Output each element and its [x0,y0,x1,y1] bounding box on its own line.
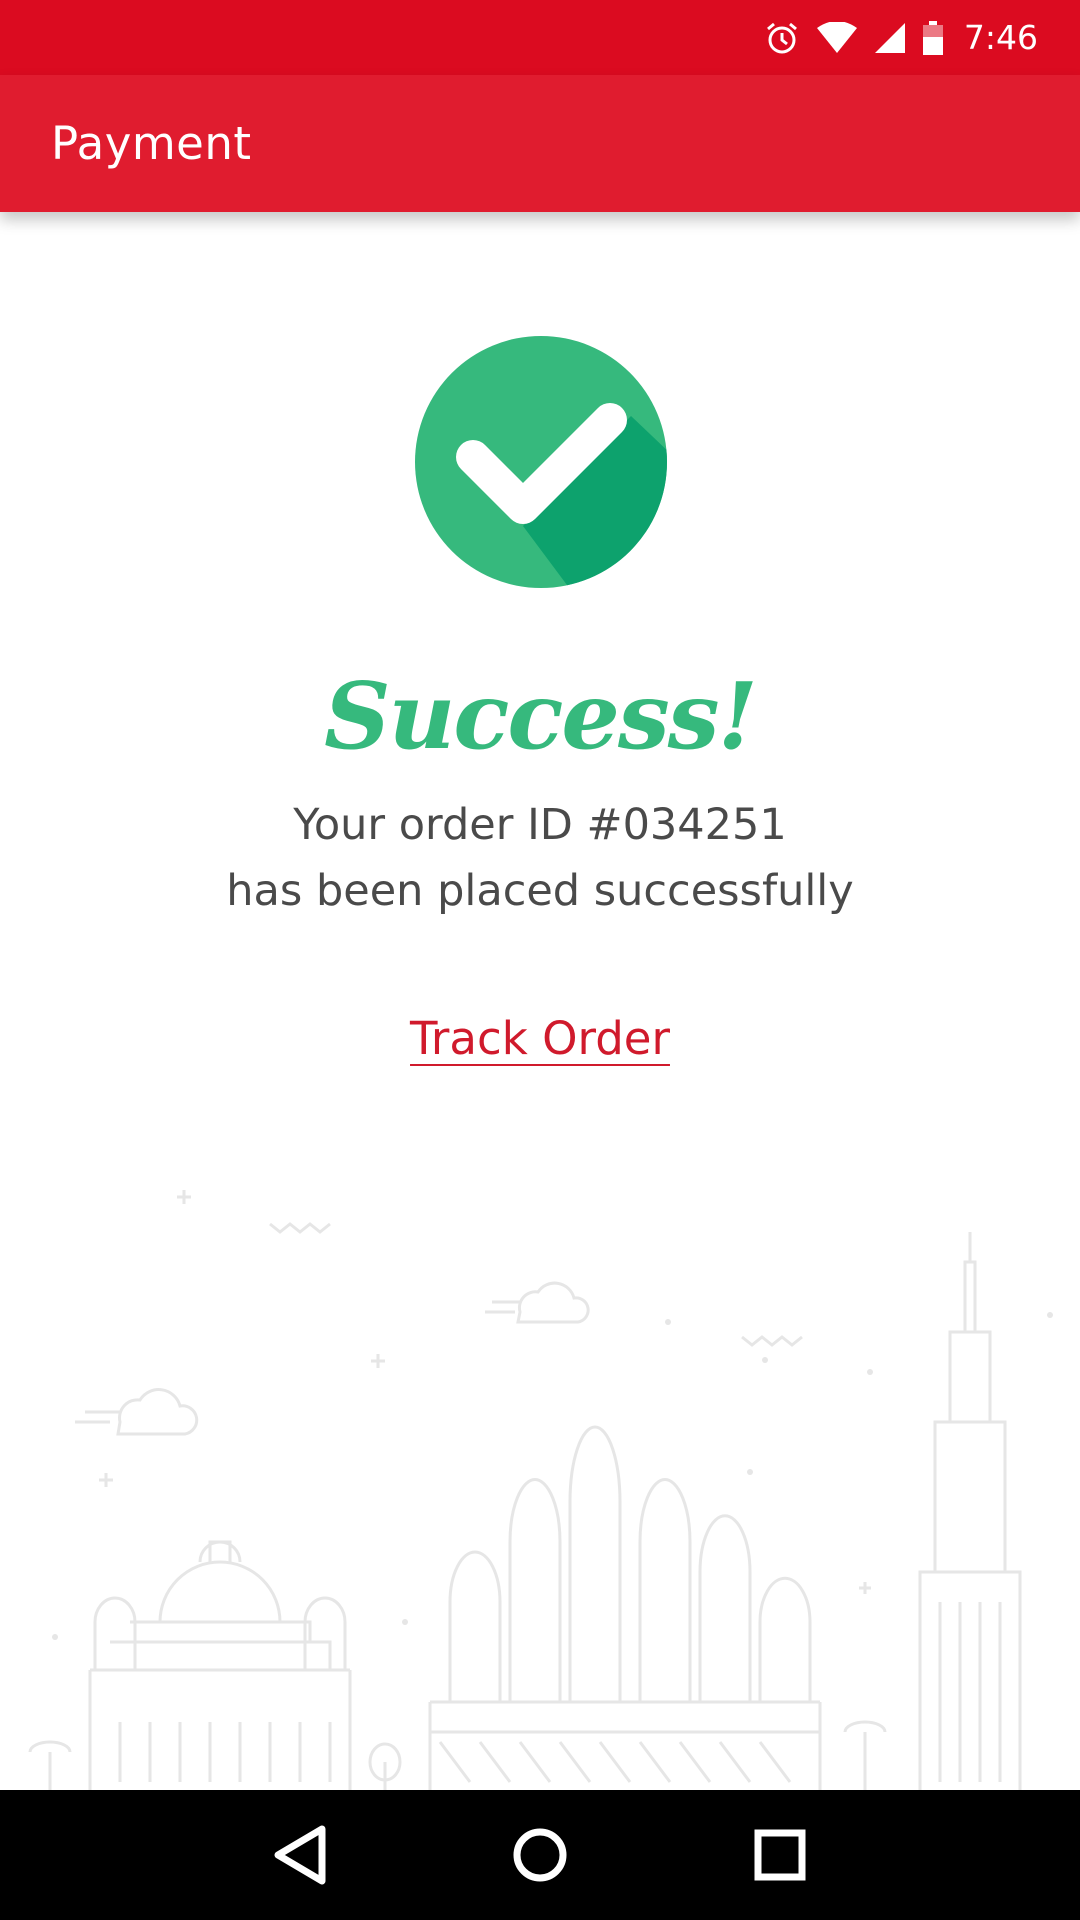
app-bar: Payment [0,75,1080,212]
check-circle-icon [415,336,667,588]
track-order-link[interactable]: Track Order [404,1012,676,1065]
city-skyline-illustration [28,1190,1053,1790]
battery-icon [922,20,944,55]
recents-icon [754,1829,806,1881]
back-button[interactable] [255,1810,345,1900]
status-bar: 7:46 [0,0,1080,75]
recents-button[interactable] [735,1810,825,1900]
home-icon [513,1828,567,1882]
page-title: Payment [51,117,252,170]
alarm-icon [764,20,800,56]
order-message-line1: Your order ID #034251 [293,800,787,850]
status-time: 7:46 [963,18,1038,57]
order-message-line2: has been placed successfully [226,866,854,916]
back-icon [274,1825,326,1885]
success-content: Success! Your order ID #034251 has been … [0,212,1080,1790]
system-nav-bar [0,1790,1080,1920]
home-button[interactable] [495,1810,585,1900]
cell-signal-icon [874,22,906,54]
wifi-icon [816,21,858,54]
success-heading: Success! [324,662,758,770]
